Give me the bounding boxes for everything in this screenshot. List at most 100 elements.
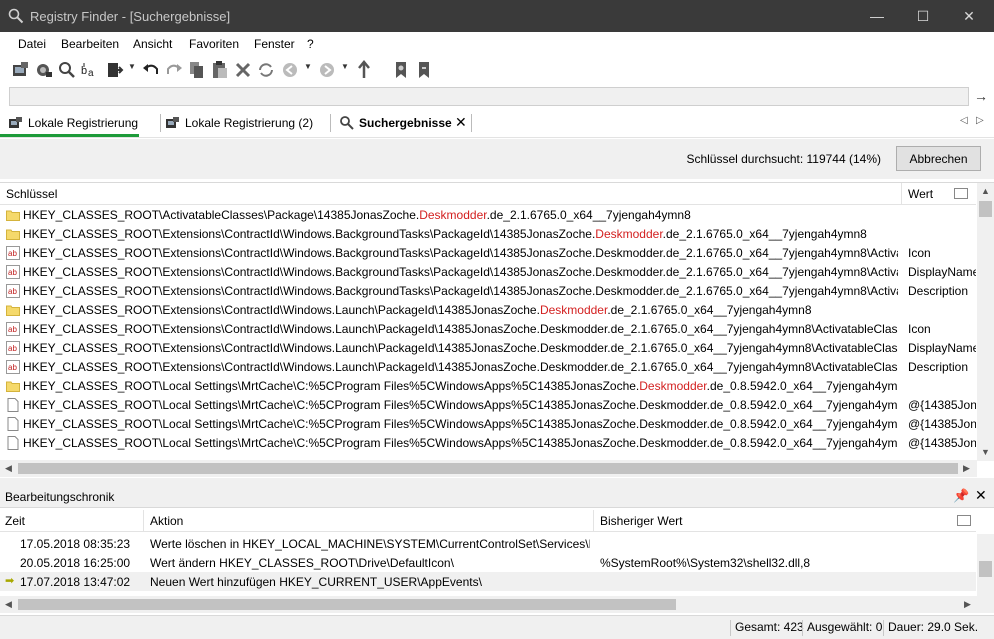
result-key-match: Deskmodder: [539, 303, 608, 317]
go-up-icon[interactable]: [353, 59, 375, 81]
history-vertical-scrollbar[interactable]: [977, 534, 994, 597]
result-row[interactable]: HKEY_CLASSES_ROOT\Extensions\ContractId\…: [0, 225, 976, 244]
pin-icon[interactable]: 📌: [953, 488, 969, 504]
result-row[interactable]: ab HKEY_CLASSES_ROOT\Extensions\ContractI…: [0, 282, 976, 301]
svg-text:ab: ab: [8, 287, 17, 296]
scroll-thumb[interactable]: [979, 561, 992, 577]
result-key: HKEY_CLASSES_ROOT\ActivatableClasses\Pac…: [23, 208, 898, 222]
forward-dropdown-icon[interactable]: ▼: [341, 62, 349, 71]
results-horizontal-scrollbar[interactable]: ◀ ▶: [0, 460, 977, 477]
favorites-icon[interactable]: [413, 59, 435, 81]
history-horizontal-scrollbar[interactable]: ◀ ▶: [0, 596, 994, 613]
scroll-right-icon[interactable]: ▶: [964, 599, 971, 610]
column-chooser-icon[interactable]: [957, 515, 971, 526]
column-chooser-icon[interactable]: [954, 188, 968, 199]
result-row[interactable]: ab HKEY_CLASSES_ROOT\Extensions\ContractI…: [0, 320, 976, 339]
scroll-thumb[interactable]: [18, 463, 958, 474]
result-row[interactable]: ab HKEY_CLASSES_ROOT\Extensions\ContractI…: [0, 244, 976, 263]
result-row[interactable]: HKEY_CLASSES_ROOT\Local Settings\MrtCach…: [0, 377, 976, 396]
delete-icon[interactable]: [232, 59, 254, 81]
paste-icon[interactable]: [209, 59, 231, 81]
path-input[interactable]: [10, 88, 968, 105]
history-panel-header: Bearbeitungschronik 📌 ✕: [0, 484, 994, 508]
menu-favoriten[interactable]: Favoriten: [189, 37, 239, 51]
result-row[interactable]: HKEY_CLASSES_ROOT\Local Settings\MrtCach…: [0, 434, 976, 453]
export-dropdown-icon[interactable]: ▼: [128, 62, 136, 71]
column-separator[interactable]: [901, 183, 902, 205]
column-separator[interactable]: [143, 510, 144, 532]
result-row[interactable]: ab HKEY_CLASSES_ROOT\Extensions\ContractI…: [0, 339, 976, 358]
menu-bearbeiten[interactable]: Bearbeiten: [61, 37, 119, 51]
undo-icon[interactable]: [140, 59, 162, 81]
scroll-left-icon[interactable]: ◀: [5, 599, 12, 610]
column-header-action[interactable]: Aktion: [150, 514, 183, 528]
result-key-text: .de_2.1.6765.0_x64__7yjengah4ymn8: [607, 303, 812, 317]
history-panel: Bearbeitungschronik 📌 ✕ Zeit Aktion Bish…: [0, 484, 994, 615]
redo-icon[interactable]: [163, 59, 185, 81]
add-favorite-icon[interactable]: [390, 59, 412, 81]
column-header-time[interactable]: Zeit: [5, 514, 25, 528]
string-value-icon: ab: [6, 284, 20, 298]
menu-ansicht[interactable]: Ansicht: [133, 37, 172, 51]
tab-scroll-arrows-icon[interactable]: ◁ ▷: [960, 115, 984, 126]
minimize-button[interactable]: —: [854, 0, 900, 32]
copy-icon[interactable]: [186, 59, 208, 81]
connect-remote-icon[interactable]: [33, 59, 55, 81]
result-row[interactable]: ab HKEY_CLASSES_ROOT\Extensions\ContractI…: [0, 263, 976, 282]
find-icon[interactable]: [56, 59, 78, 81]
back-dropdown-icon[interactable]: ▼: [304, 62, 312, 71]
result-key-match: Deskmodder: [595, 227, 663, 241]
refresh-icon[interactable]: [255, 59, 277, 81]
result-key-text: HKEY_CLASSES_ROOT\Extensions\ContractId\…: [23, 322, 898, 336]
result-key-text: HKEY_CLASSES_ROOT\Extensions\ContractId\…: [23, 341, 898, 355]
tab-close-icon[interactable]: ✕: [455, 114, 467, 131]
menu-help[interactable]: ?: [307, 37, 314, 51]
back-icon[interactable]: [279, 59, 301, 81]
forward-icon[interactable]: [316, 59, 338, 81]
result-row[interactable]: HKEY_CLASSES_ROOT\Local Settings\MrtCach…: [0, 396, 976, 415]
history-row[interactable]: 20.05.2018 16:25:00 Wert ändern HKEY_CLAS…: [0, 553, 976, 572]
go-arrow-icon[interactable]: →: [974, 88, 988, 104]
scroll-left-icon[interactable]: ◀: [5, 463, 12, 474]
current-position-arrow-icon: ➡: [5, 575, 15, 587]
scroll-right-icon[interactable]: ▶: [963, 463, 970, 474]
history-row[interactable]: ➡ 17.07.2018 13:47:02 Neuen Wert hinzufüge…: [0, 572, 976, 591]
result-row[interactable]: HKEY_CLASSES_ROOT\ActivatableClasses\Pac…: [0, 206, 976, 225]
column-header-previous-value[interactable]: Bisheriger Wert: [600, 514, 682, 528]
folder-icon: [6, 303, 20, 317]
close-panel-icon[interactable]: ✕: [975, 487, 987, 504]
scroll-down-icon[interactable]: ▼: [981, 447, 990, 457]
close-window-button[interactable]: ✕: [946, 0, 992, 32]
result-key-text: HKEY_CLASSES_ROOT\Extensions\ContractId\…: [23, 246, 898, 260]
scroll-thumb[interactable]: [979, 201, 992, 217]
result-key-text: .de_2.1.6765.0_x64__7yjengah4ymn8: [486, 208, 691, 222]
result-key-match: Deskmodder: [639, 379, 707, 393]
menu-datei[interactable]: Datei: [18, 37, 46, 51]
result-row[interactable]: HKEY_CLASSES_ROOT\Extensions\ContractId\…: [0, 301, 976, 320]
maximize-button[interactable]: ☐: [900, 0, 946, 32]
tab-lokale-registrierung-2[interactable]: Lokale Registrierung (2): [157, 110, 327, 137]
new-registry-window-icon[interactable]: [10, 59, 32, 81]
registry-icon: [166, 117, 179, 128]
replace-icon[interactable]: ba: [79, 59, 101, 81]
column-separator[interactable]: [593, 510, 594, 532]
export-icon[interactable]: [104, 59, 126, 81]
result-key-text: HKEY_CLASSES_ROOT\Extensions\ContractId\…: [23, 303, 540, 317]
result-key: HKEY_CLASSES_ROOT\Local Settings\MrtCach…: [23, 398, 898, 412]
result-value: Icon: [908, 322, 931, 336]
string-value-icon: ab: [6, 360, 20, 374]
svg-text:ab: ab: [8, 249, 17, 258]
tab-suchergebnisse[interactable]: Suchergebnisse ✕: [331, 110, 473, 137]
history-row[interactable]: 17.05.2018 08:35:23 Werte löschen in HKEY…: [0, 534, 976, 553]
scroll-up-icon[interactable]: ▲: [981, 186, 990, 196]
menu-fenster[interactable]: Fenster: [254, 37, 295, 51]
scroll-thumb[interactable]: [18, 599, 676, 610]
path-bar[interactable]: [9, 87, 969, 106]
column-header-key[interactable]: Schlüssel: [6, 187, 57, 201]
result-row[interactable]: ab HKEY_CLASSES_ROOT\Extensions\ContractI…: [0, 358, 976, 377]
result-row[interactable]: HKEY_CLASSES_ROOT\Local Settings\MrtCach…: [0, 415, 976, 434]
column-header-value[interactable]: Wert: [908, 187, 933, 201]
results-vertical-scrollbar[interactable]: ▲ ▼: [977, 183, 994, 461]
cancel-button[interactable]: Abbrechen: [896, 146, 981, 171]
tab-lokale-registrierung[interactable]: Lokale Registrierung: [0, 110, 139, 137]
